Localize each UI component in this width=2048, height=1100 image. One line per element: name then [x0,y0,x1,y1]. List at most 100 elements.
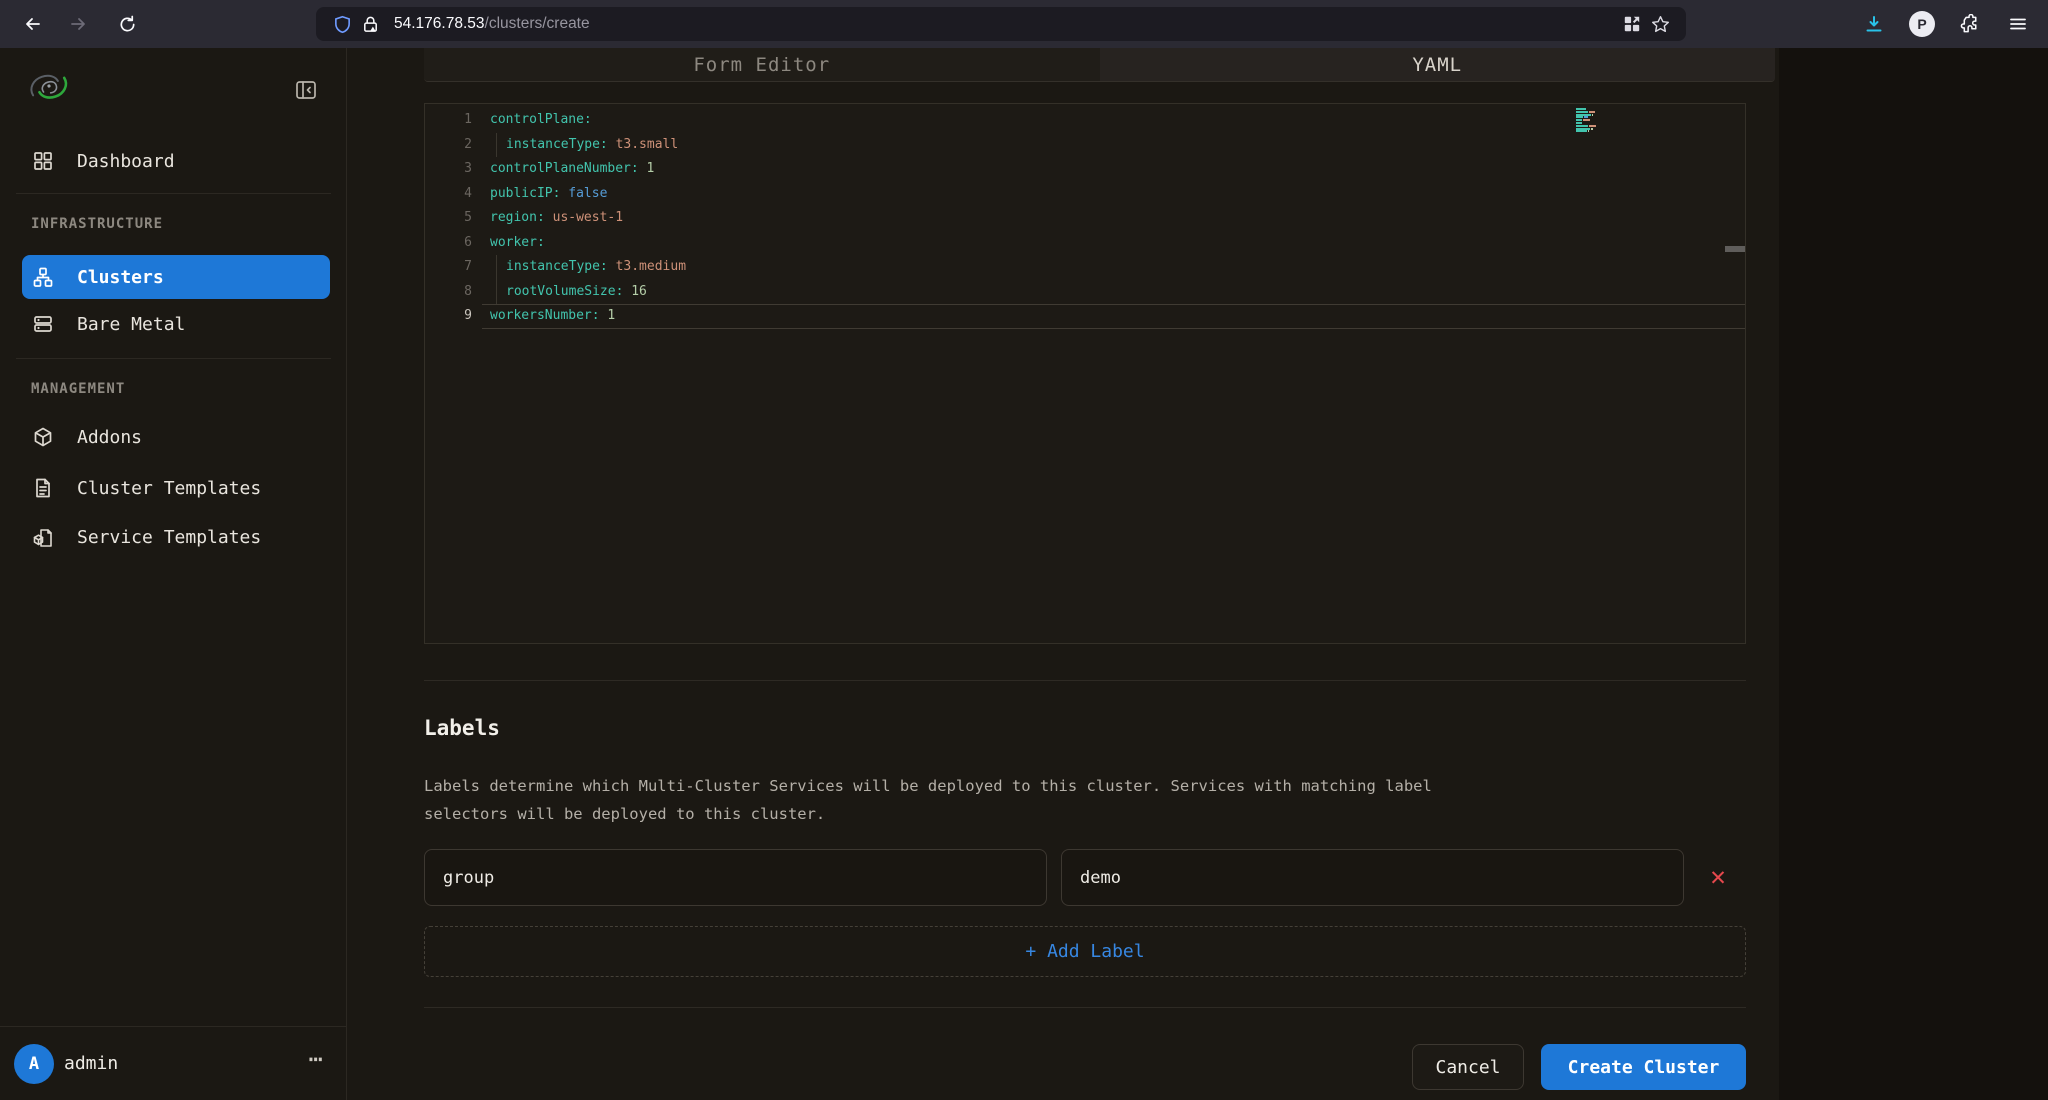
sidebar-divider [16,193,331,194]
bookmark-star-icon[interactable] [1646,10,1674,38]
remove-x-icon: ✕ [1709,866,1727,891]
sidebar-item-dashboard[interactable]: Dashboard [22,139,330,183]
app-logo-icon [22,64,76,108]
sidebar-item-service-templates[interactable]: Service Templates [22,515,330,559]
tab-yaml[interactable]: YAML [1100,48,1776,81]
back-button[interactable] [17,8,49,40]
sidebar-collapse-button[interactable] [292,76,320,104]
sidebar-item-addons[interactable]: Addons [22,415,330,459]
url-text: 54.176.78.53/clusters/create [394,15,590,33]
labels-title: Labels [424,716,500,740]
sidebar-item-cluster-templates[interactable]: Cluster Templates [22,466,330,510]
download-icon [1864,14,1884,34]
cluster-templates-file-icon [31,477,55,499]
sidebar: Dashboard INFRASTRUCTURE Clusters Bare M… [0,48,347,1100]
editor-gutter[interactable]: 123456789 [425,108,482,329]
remove-label-button[interactable]: ✕ [1702,862,1734,894]
editor-mode-tabs: Form Editor YAML [424,48,1775,82]
forward-button[interactable] [62,8,94,40]
tracking-shield-icon[interactable] [328,10,356,38]
sidebar-item-label: Clusters [77,267,164,288]
line-number[interactable]: 6 [425,231,482,256]
addons-cube-icon [31,426,55,448]
url-path: /clusters/create [485,15,590,32]
downloads-button[interactable] [1858,8,1890,40]
indent-guide [496,280,497,305]
user-row[interactable]: A admin ⋯ [0,1026,347,1100]
line-number[interactable]: 5 [425,206,482,231]
line-number[interactable]: 2 [425,133,482,158]
sidebar-divider [16,358,331,359]
line-number[interactable]: 9 [425,304,482,329]
footer-divider [424,1007,1746,1008]
screen: 54.176.78.53/clusters/create P [0,0,2048,1100]
sidebar-item-label: Service Templates [77,527,261,548]
line-number[interactable]: 1 [425,108,482,133]
service-templates-file-icon [31,526,55,548]
yaml-editor[interactable]: 123456789 controlPlane:instanceType: t3.… [424,103,1746,644]
cancel-button[interactable]: Cancel [1412,1044,1524,1090]
sidebar-item-label: Cluster Templates [77,478,261,499]
minimap-line [1576,122,1610,124]
indent-guide [496,255,497,280]
editor-minimap[interactable] [1576,108,1610,133]
extensions-puzzle-icon [1960,14,1981,35]
browser-toolbar: 54.176.78.53/clusters/create P [0,0,2048,48]
line-number[interactable]: 8 [425,280,482,305]
code-line[interactable]: worker: [482,231,1745,256]
minimap-line [1576,108,1610,110]
labels-description: Labels determine which Multi-Cluster Ser… [424,772,1484,828]
code-line[interactable]: instanceType: t3.medium [482,255,1745,280]
minimap-line [1576,111,1610,113]
profile-icon: P [1909,11,1935,37]
sidebar-item-bare-metal[interactable]: Bare Metal [22,302,330,346]
back-arrow-icon [23,14,43,34]
minimap-line [1576,130,1610,132]
code-line[interactable]: instanceType: t3.small [482,133,1745,158]
forward-arrow-icon [68,14,88,34]
minimap-line [1576,125,1610,127]
overview-ruler-mark [1725,246,1745,252]
url-bar[interactable]: 54.176.78.53/clusters/create [316,7,1686,41]
profile-button[interactable]: P [1906,8,1938,40]
label-value-input[interactable] [1061,849,1684,906]
line-number[interactable]: 4 [425,182,482,207]
toolbar-right-icons: P [1858,8,2034,40]
clusters-icon [31,266,55,288]
avatar: A [14,1044,54,1084]
code-line[interactable]: publicIP: false [482,182,1745,207]
grid-open-icon[interactable] [1618,10,1646,38]
section-label-management: MANAGEMENT [31,381,125,397]
dashboard-icon [31,150,55,172]
sidebar-item-label: Bare Metal [77,314,185,335]
line-number[interactable]: 3 [425,157,482,182]
code-lines[interactable]: controlPlane:instanceType: t3.smallcontr… [482,108,1745,329]
section-divider [424,680,1746,681]
collapse-panel-icon [294,78,318,102]
indent-guide [496,133,497,158]
tab-form-editor[interactable]: Form Editor [424,48,1100,81]
create-cluster-button[interactable]: Create Cluster [1541,1044,1746,1090]
code-line[interactable]: controlPlaneNumber: 1 [482,157,1745,182]
code-line[interactable]: workersNumber: 1 [482,304,1745,329]
user-menu-ellipsis-icon[interactable]: ⋯ [309,1045,325,1073]
code-line[interactable]: controlPlane: [482,108,1745,133]
minimap-line [1576,116,1610,118]
extensions-button[interactable] [1954,8,1986,40]
menu-button[interactable] [2002,8,2034,40]
minimap-line [1576,114,1610,116]
minimap-line [1576,128,1610,130]
line-number[interactable]: 7 [425,255,482,280]
lock-warning-icon[interactable] [356,10,384,38]
reload-icon [118,15,137,34]
sidebar-item-clusters[interactable]: Clusters [22,255,330,299]
user-name: admin [64,1053,118,1074]
label-key-input[interactable] [424,849,1047,906]
minimap-line [1576,119,1610,121]
sidebar-item-label: Dashboard [77,151,175,172]
code-line[interactable]: rootVolumeSize: 16 [482,280,1745,305]
add-label-button[interactable]: + Add Label [424,926,1746,977]
reload-button[interactable] [111,8,143,40]
code-line[interactable]: region: us-west-1 [482,206,1745,231]
url-host: 54.176.78.53 [394,15,485,32]
